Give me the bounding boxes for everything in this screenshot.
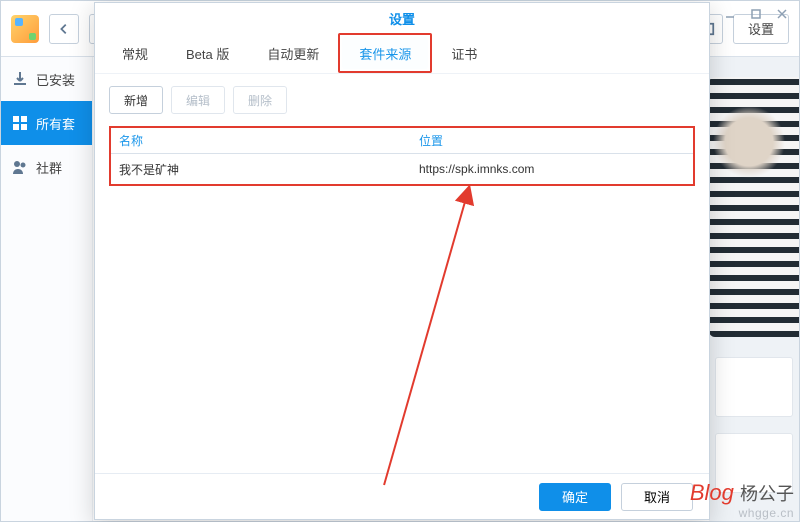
dialog-title: 设置 — [95, 3, 709, 33]
delete-button[interactable]: 删除 — [233, 86, 287, 114]
add-button[interactable]: 新增 — [109, 86, 163, 114]
tab-beta[interactable]: Beta 版 — [169, 37, 246, 69]
tab-bar: 常规 Beta 版 自动更新 套件来源 证书 — [95, 33, 709, 73]
annotation-arrow — [95, 186, 709, 515]
download-icon — [11, 70, 29, 88]
ok-button[interactable]: 确定 — [539, 483, 611, 511]
nav-back-button[interactable] — [49, 14, 79, 44]
table-row[interactable]: 我不是矿神 https://spk.imnks.com — [111, 154, 693, 184]
preview-card — [715, 433, 793, 493]
column-location-header[interactable]: 位置 — [411, 132, 693, 149]
preview-image — [709, 77, 799, 337]
sidebar-item-label: 已安装 — [36, 70, 75, 89]
cell-name: 我不是矿神 — [111, 161, 411, 178]
people-icon — [11, 158, 29, 176]
sidebar-item-label: 社群 — [36, 158, 62, 177]
tab-general[interactable]: 常规 — [105, 37, 165, 69]
grid-icon — [11, 114, 29, 132]
minimize-button[interactable] — [719, 5, 741, 23]
sidebar-item-label: 所有套 — [36, 114, 75, 133]
cancel-button[interactable]: 取消 — [621, 483, 693, 511]
sidebar: 已安装 所有套 社群 — [1, 57, 93, 521]
sidebar-item-community[interactable]: 社群 — [1, 145, 92, 189]
annotation-highlight: 套件来源 — [338, 33, 432, 73]
window-controls — [719, 5, 793, 23]
tab-auto-update[interactable]: 自动更新 — [250, 37, 336, 69]
edit-button[interactable]: 编辑 — [171, 86, 225, 114]
sidebar-item-installed[interactable]: 已安装 — [1, 57, 92, 101]
cell-location: https://spk.imnks.com — [411, 162, 693, 176]
sidebar-item-all[interactable]: 所有套 — [1, 101, 92, 145]
preview-card — [715, 357, 793, 417]
dialog-footer: 确定 取消 — [95, 473, 709, 519]
close-button[interactable] — [771, 5, 793, 23]
column-name-header[interactable]: 名称 — [111, 132, 411, 149]
dialog-body-space — [95, 186, 709, 473]
settings-dialog: 设置 常规 Beta 版 自动更新 套件来源 证书 新增 编辑 删除 名称 位置… — [94, 2, 710, 520]
sources-table: 名称 位置 我不是矿神 https://spk.imnks.com — [109, 126, 695, 186]
tab-cert[interactable]: 证书 — [434, 37, 494, 69]
tab-sources[interactable]: 套件来源 — [342, 37, 428, 69]
table-header: 名称 位置 — [111, 128, 693, 154]
maximize-button[interactable] — [745, 5, 767, 23]
package-center-icon — [11, 15, 39, 43]
right-preview-pane — [709, 57, 799, 521]
sources-toolbar: 新增 编辑 删除 — [95, 73, 709, 126]
